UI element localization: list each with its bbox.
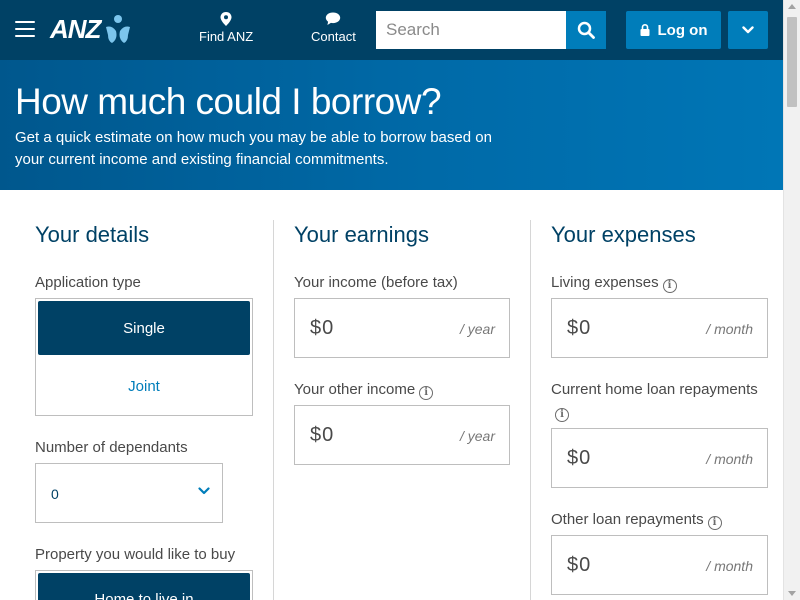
other-income-amount: $0	[310, 424, 335, 446]
earnings-title: Your earnings	[294, 222, 429, 247]
home-loan-label: Current home loan repayments	[551, 381, 758, 398]
page-title: How much could I borrow?	[15, 81, 442, 122]
living-expenses-label-row: Living expenses i	[551, 274, 677, 293]
details-title: Your details	[35, 222, 150, 247]
application-type-toggle: Single Joint	[35, 298, 253, 416]
nav-contact[interactable]: Contact	[311, 12, 356, 44]
home-loan-unit: / month	[706, 451, 753, 467]
search-icon	[577, 21, 595, 39]
expenses-title: Your expenses	[551, 222, 696, 247]
search-input[interactable]	[376, 11, 566, 49]
info-icon[interactable]: i	[555, 408, 569, 422]
other-income-unit: / year	[459, 428, 495, 444]
other-income-label-row: Your other income i	[294, 381, 434, 400]
scroll-down-arrow-icon[interactable]	[788, 591, 796, 596]
income-unit: / year	[459, 321, 495, 337]
nav-contact-label: Contact	[311, 29, 356, 44]
dependants-label: Number of dependants	[35, 439, 188, 456]
property-type-home-to-live-in[interactable]: Home to live in	[38, 573, 250, 600]
property-type-toggle: Home to live in	[35, 570, 253, 600]
other-loan-input[interactable]: $0 / month	[551, 535, 768, 595]
dependants-select[interactable]: 0	[35, 463, 223, 523]
scroll-up-arrow-icon[interactable]	[788, 4, 796, 9]
page-scrollbar[interactable]	[783, 0, 800, 600]
column-divider	[273, 220, 274, 600]
other-loan-unit: / month	[706, 558, 753, 574]
search-button[interactable]	[566, 11, 606, 49]
location-pin-icon	[220, 12, 232, 26]
chevron-down-icon	[742, 26, 754, 34]
hero-banner: How much could I borrow? Get a quick est…	[0, 60, 783, 190]
application-type-joint[interactable]: Joint	[38, 359, 250, 413]
other-loan-amount: $0	[567, 554, 592, 576]
log-on-button[interactable]: Log on	[626, 11, 721, 49]
column-divider	[530, 220, 531, 600]
anz-people-logo-icon	[106, 15, 131, 43]
income-label: Your income (before tax)	[294, 274, 458, 291]
property-label: Property you would like to buy	[35, 546, 236, 563]
anz-logo[interactable]: ANZ	[50, 12, 134, 46]
info-icon[interactable]: i	[707, 516, 722, 530]
nav-find-anz[interactable]: Find ANZ	[199, 12, 253, 44]
living-expenses-amount: $0	[567, 317, 592, 339]
other-income-label: Your other income	[294, 381, 416, 398]
chevron-down-icon	[198, 487, 210, 495]
scroll-thumb[interactable]	[787, 17, 797, 107]
home-loan-amount: $0	[567, 447, 592, 469]
living-expenses-unit: / month	[706, 321, 753, 337]
log-on-dropdown-button[interactable]	[728, 11, 768, 49]
dependants-value: 0	[51, 486, 59, 502]
other-loan-label: Other loan repayments	[551, 511, 704, 528]
living-expenses-label: Living expenses	[551, 274, 659, 291]
top-header: ANZ Find ANZ Contact Log on	[0, 0, 783, 60]
income-input[interactable]: $0 / year	[294, 298, 510, 358]
living-expenses-input[interactable]: $0 / month	[551, 298, 768, 358]
brand-wordmark: ANZ	[50, 13, 101, 44]
menu-icon[interactable]	[15, 21, 35, 37]
page-subtitle: Get a quick estimate on how much you may…	[15, 129, 492, 168]
info-icon[interactable]: i	[419, 386, 434, 400]
application-type-single[interactable]: Single	[38, 301, 250, 355]
info-icon[interactable]: i	[662, 279, 677, 293]
chat-bubble-icon	[326, 12, 341, 25]
padlock-icon	[640, 24, 649, 36]
nav-find-anz-label: Find ANZ	[199, 29, 254, 44]
log-on-label: Log on	[657, 21, 708, 39]
home-loan-input[interactable]: $0 / month	[551, 428, 768, 488]
income-amount: $0	[310, 317, 335, 339]
other-income-input[interactable]: $0 / year	[294, 405, 510, 465]
other-loan-label-row: Other loan repayments i	[551, 511, 722, 530]
application-type-label: Application type	[35, 274, 141, 291]
